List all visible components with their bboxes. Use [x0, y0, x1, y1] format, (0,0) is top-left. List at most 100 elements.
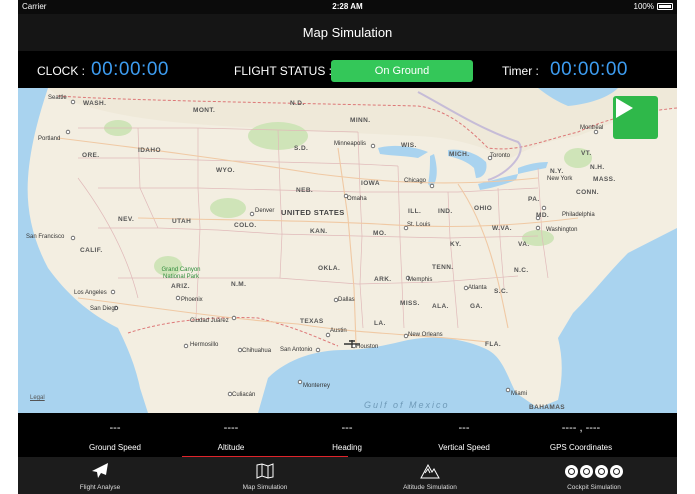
tab-map-simulation[interactable]: Map Simulation: [200, 457, 330, 494]
state-label: N.M.: [231, 281, 247, 288]
city-label: Austin: [330, 328, 347, 334]
state-label: TENN.: [432, 264, 454, 271]
tab-altitude-simulation[interactable]: Altitude Simulation: [365, 457, 495, 494]
status-time: 2:28 AM: [332, 2, 363, 11]
country-label: UNITED STATES: [281, 208, 345, 217]
battery-icon: [657, 3, 673, 10]
clock-label: CLOCK :: [37, 64, 86, 78]
state-label: IOWA: [361, 180, 380, 187]
timer-label: Timer :: [502, 64, 539, 78]
flight-status-label: FLIGHT STATUS :: [234, 64, 333, 78]
state-label: W.VA.: [492, 225, 512, 232]
park-label: Grand Canyon National Park: [161, 267, 201, 280]
state-label: BAHAMAS: [529, 404, 566, 411]
state-label: VA.: [518, 241, 530, 248]
state-label: OKLA.: [318, 265, 341, 272]
stat-vertical-speed: --- Vertical Speed: [409, 413, 519, 452]
state-label: PA.: [528, 196, 540, 203]
mountain-icon: [420, 463, 440, 479]
city-label: St. Louis: [407, 222, 431, 228]
state-label: CALIF.: [80, 247, 103, 254]
stat-value: ---- , ----: [561, 422, 601, 434]
state-label: MINN.: [350, 117, 371, 124]
city-label: Portland: [38, 136, 61, 142]
city-label: Omaha: [347, 196, 367, 202]
state-label: OHIO: [474, 205, 493, 212]
state-label: S.C.: [494, 288, 509, 295]
clock-value: 00:00:00: [91, 59, 169, 80]
state-label: ORE.: [82, 152, 100, 159]
stat-altitude[interactable]: ---- Altitude: [176, 413, 286, 452]
state-label: N.D.: [290, 100, 305, 107]
page-title: Map Simulation: [302, 25, 393, 40]
stat-label: Heading: [332, 443, 362, 452]
state-label: NEB.: [296, 187, 314, 194]
state-label: MD.: [536, 212, 550, 219]
city-label: Seattle: [48, 95, 67, 101]
state-label: N.H.: [590, 164, 605, 171]
airplane-icon: [92, 463, 108, 478]
state-label: MICH.: [449, 151, 470, 158]
state-label: IND.: [438, 208, 453, 215]
state-label: IDAHO: [138, 147, 161, 154]
state-label: COLO.: [234, 222, 257, 229]
stat-label: GPS Coordinates: [549, 443, 613, 452]
stat-gps-coordinates: ---- , ---- GPS Coordinates: [526, 413, 636, 452]
tab-flight-analyse[interactable]: Flight Analyse: [35, 457, 165, 494]
state-label: ARK.: [374, 276, 392, 283]
gauge-icon: [595, 464, 608, 478]
flight-status-badge: On Ground: [331, 60, 473, 82]
state-label: UTAH: [172, 218, 192, 225]
stat-label: Ground Speed: [88, 443, 142, 452]
gauges-icon: [529, 461, 659, 481]
state-label: FLA.: [485, 341, 502, 348]
navigation-bar: Map Simulation: [18, 14, 677, 51]
battery-percent: 100%: [633, 2, 654, 11]
gauge-icon: [580, 464, 593, 478]
timer-value: 00:00:00: [550, 59, 628, 80]
gauge-icon: [565, 464, 578, 478]
city-label: Chicago: [404, 178, 427, 184]
state-label: MO.: [373, 230, 387, 237]
state-label: TEXAS: [300, 318, 324, 325]
stat-ground-speed: --- Ground Speed: [60, 413, 170, 452]
city-label: Memphis: [408, 277, 433, 283]
city-label: New York: [547, 176, 573, 182]
city-label: San Antonio: [280, 347, 313, 353]
city-label: San Francisco: [26, 234, 65, 240]
play-button[interactable]: [613, 96, 658, 139]
state-label: MISS.: [400, 300, 420, 307]
map-icon: [256, 463, 274, 479]
app-screen: Map Simulation CLOCK : 00:00:00 FLIGHT S…: [18, 0, 677, 494]
city-label: Culiacán: [232, 392, 256, 398]
tab-label: Cockpit Simulation: [567, 484, 621, 491]
state-label: GA.: [470, 303, 483, 310]
state-label: NEV.: [118, 216, 135, 223]
state-label: MASS.: [593, 176, 616, 183]
play-icon: [616, 98, 633, 118]
city-label: Dallas: [338, 297, 355, 303]
tab-cockpit-simulation[interactable]: Cockpit Simulation: [529, 457, 659, 494]
state-label: ILL.: [408, 208, 422, 215]
state-label: MONT.: [193, 107, 216, 114]
state-label: WIS.: [401, 142, 417, 149]
city-label: Montréal: [580, 125, 604, 131]
legal-link[interactable]: Legal: [30, 395, 45, 401]
city-label: Philadelphia: [562, 212, 595, 218]
state-label: WYO.: [216, 167, 235, 174]
stat-label: Altitude: [217, 443, 245, 452]
city-label: Washington: [546, 227, 578, 233]
stat-value: ---: [458, 422, 470, 434]
stat-heading[interactable]: --- Heading: [292, 413, 402, 452]
city-label: Ciudad Juárez: [190, 318, 229, 324]
tab-label: Altitude Simulation: [403, 484, 457, 491]
city-label: Toronto: [490, 153, 511, 159]
state-label: WASH.: [83, 100, 107, 107]
map-view[interactable]: WASH. MONT. N.D. MINN. ORE. IDAHO WYO. S…: [18, 88, 677, 413]
city-label: Monterrey: [303, 383, 331, 389]
city-label: Hermosillo: [190, 342, 219, 348]
city-label: New Orleans: [408, 332, 443, 338]
city-label: Atlanta: [468, 285, 487, 291]
city-label: Phoenix: [181, 297, 203, 303]
state-label: ARIZ.: [171, 283, 190, 290]
